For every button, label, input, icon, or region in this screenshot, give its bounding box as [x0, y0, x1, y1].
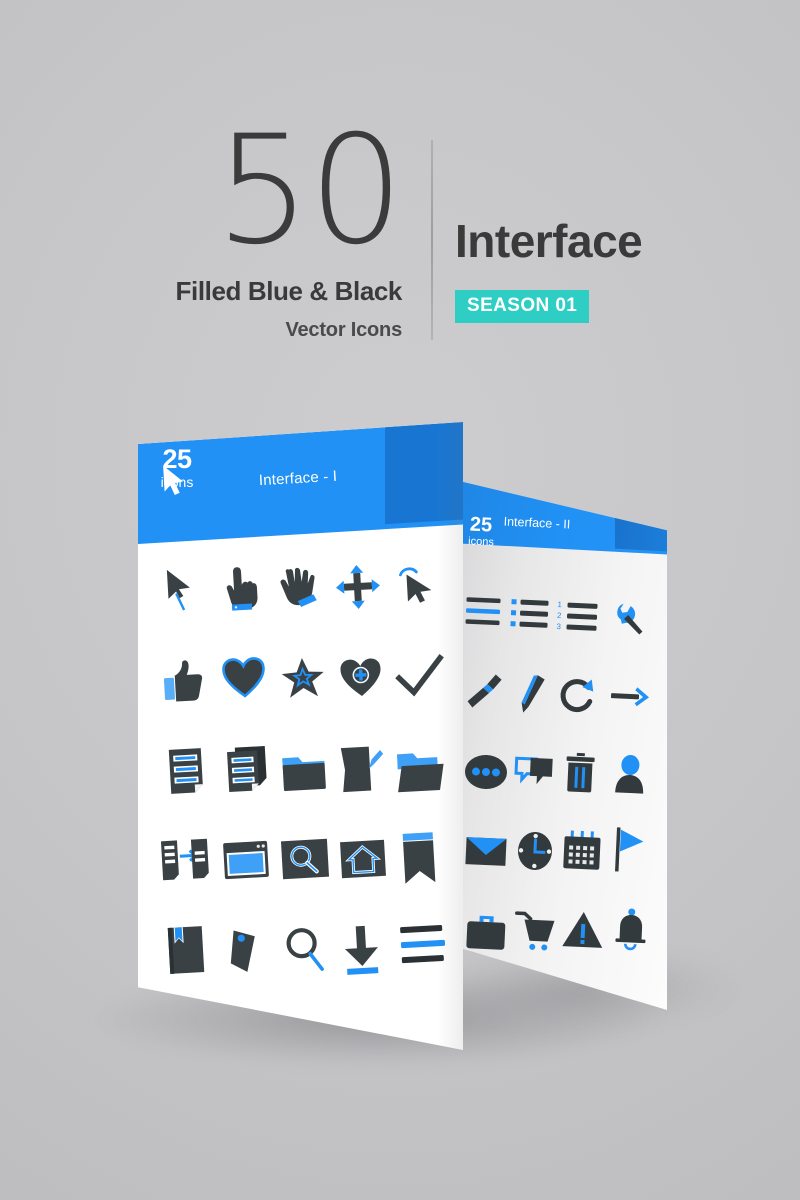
download-arrow-icon: [336, 920, 387, 979]
select-cursor-icon: [389, 556, 444, 613]
clock-icon: [512, 827, 558, 875]
document-icon: [161, 744, 212, 799]
edit-document-icon: [335, 741, 390, 798]
user-profile-icon: [609, 751, 651, 797]
grab-hand-icon: [273, 561, 328, 616]
panel-ii-count-badge: [615, 485, 667, 552]
bullet-list-icon: [508, 593, 552, 635]
cursor-arrow-icon: [161, 463, 189, 498]
move-arrows-icon: [331, 560, 386, 615]
pointing-hand-icon: [217, 563, 268, 616]
text-lines-icon: [462, 591, 506, 633]
browser-window-icon: [219, 836, 273, 885]
warning-triangle-icon: [559, 907, 607, 953]
checkmark-icon: [393, 651, 448, 702]
chat-bubbles-icon: [511, 751, 557, 797]
cursor-arrow-icon: [159, 564, 210, 617]
numbered-list-icon: 1 2 3: [555, 596, 601, 638]
folder-icon: [277, 748, 331, 797]
price-tag-icon: [221, 924, 270, 978]
wrench-icon: [606, 597, 650, 641]
shopping-cart-icon: [511, 907, 559, 955]
star-icon: [277, 652, 330, 705]
flag-icon: [609, 825, 651, 875]
right-arrow-icon: [608, 677, 652, 717]
svg-text:1: 1: [557, 600, 562, 609]
export-file-icon: [157, 834, 214, 885]
home-button-icon: [336, 835, 390, 884]
bookmarked-book-icon: [161, 922, 212, 979]
heart-icon: [219, 653, 270, 704]
notification-bell-icon: [609, 905, 653, 953]
thumbs-up-icon: [159, 654, 212, 707]
trash-bin-icon: [559, 749, 601, 797]
icon-set-mockup: Interface - II 25 icons 1 2 3 25 Interfa…: [0, 0, 800, 1200]
search-box-icon: [277, 834, 334, 885]
envelope-icon: [462, 829, 510, 873]
heart-plus-icon: [336, 653, 387, 704]
bookmark-ribbon-icon: [394, 828, 443, 888]
more-options-icon: [462, 749, 510, 795]
paint-brush-icon: [462, 669, 508, 715]
panel-interface-ii: Interface - II 25 icons 1 2 3: [455, 480, 667, 1010]
menu-lines-icon: [395, 916, 452, 973]
panel-interface-i: 25 icons Interface - I: [138, 422, 463, 1050]
calendar-icon: [559, 827, 605, 875]
magnifier-icon: [279, 922, 332, 979]
copy-documents-icon: [221, 742, 274, 797]
svg-text:2: 2: [557, 611, 562, 620]
pencil-icon: [511, 671, 553, 717]
svg-text:3: 3: [556, 622, 561, 631]
open-folder-icon: [393, 746, 450, 799]
panel-ii-icon-grid: 1 2 3: [455, 578, 667, 1010]
briefcase-icon: [462, 909, 510, 955]
refresh-arrow-icon: [558, 673, 602, 719]
panel-i-icon-grid: [138, 537, 463, 1050]
